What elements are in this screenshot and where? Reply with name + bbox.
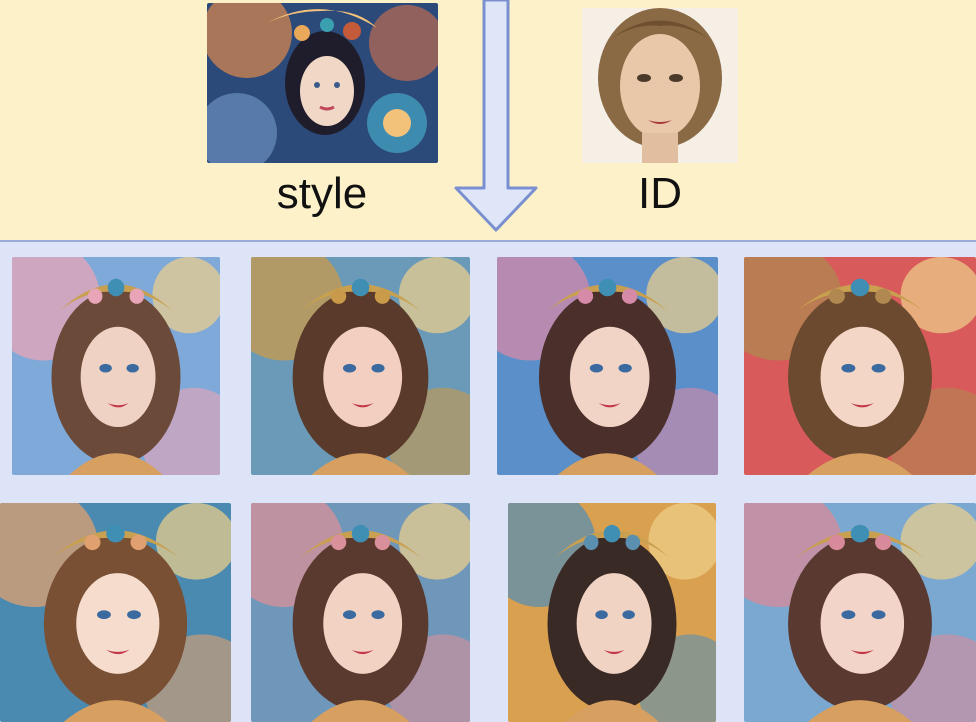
generated-image [508,503,716,722]
generated-image [12,257,220,475]
style-reference-image [207,3,438,163]
generated-image [251,257,470,475]
style-label: style [276,169,368,218]
generated-image [251,503,470,722]
generated-image [744,257,976,475]
generated-image [744,503,976,722]
generated-image [0,503,231,722]
generated-image [497,257,718,475]
id-label: ID [638,169,682,218]
down-arrow-icon [454,0,538,232]
id-reference-image [582,8,738,163]
